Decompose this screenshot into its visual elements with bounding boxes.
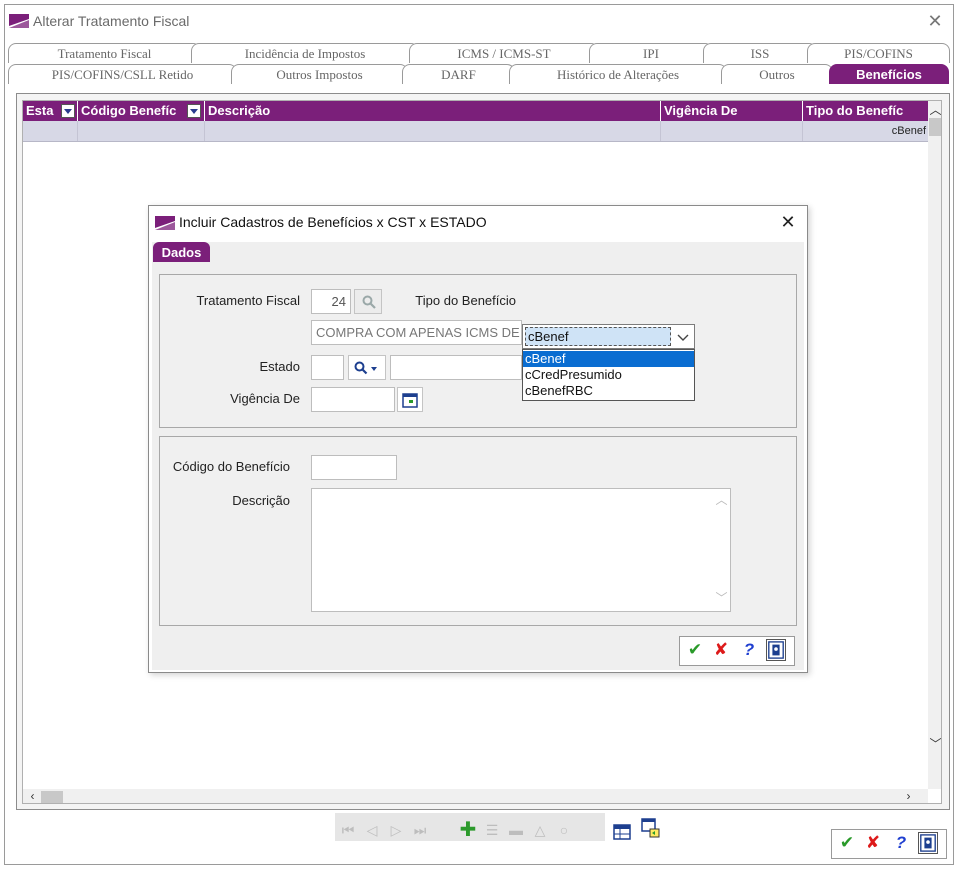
dialog-actions: ✔ ✘ ?	[679, 636, 795, 666]
last-icon[interactable]: ⏭	[409, 819, 431, 841]
dialog-title: Incluir Cadastros de Benefícios x CST x …	[179, 214, 487, 230]
tab-icms[interactable]: ICMS / ICMS-ST	[409, 43, 599, 63]
chevron-right-icon[interactable]: ›	[901, 789, 916, 803]
search-button[interactable]	[354, 289, 382, 314]
chevron-left-icon[interactable]: ‹	[25, 789, 40, 803]
table-row[interactable]: cBenef	[23, 121, 928, 142]
grid-header: Esta Código Benefíc Descrição Vigência D…	[23, 101, 941, 121]
close-icon[interactable]: ✕	[777, 211, 799, 233]
chevron-down-icon[interactable]	[61, 104, 75, 118]
filter-icon[interactable]: ○	[553, 819, 575, 841]
tratamento-fiscal-field[interactable]: 24	[311, 289, 351, 314]
dialog-body: Dados Tratamento Fiscal 24 Tipo do Benef…	[152, 242, 804, 670]
cancel-icon[interactable]: ✘	[710, 639, 732, 661]
column-header-tipo-beneficio[interactable]: Tipo do Benefíc	[803, 101, 928, 121]
tab-outros[interactable]: Outros	[721, 64, 833, 84]
scroll-thumb[interactable]	[929, 118, 941, 136]
cell-codigo	[78, 121, 205, 141]
codigo-beneficio-label: Código do Benefício	[172, 459, 290, 474]
add-icon[interactable]: ✚	[457, 819, 479, 841]
tab-outros-impostos[interactable]: Outros Impostos	[231, 64, 408, 84]
estado-search-button[interactable]	[348, 355, 386, 380]
calendar-icon	[402, 393, 418, 408]
chevron-down-icon[interactable]: ﹀	[928, 737, 941, 752]
tab-ipi[interactable]: IPI	[589, 43, 713, 63]
cell-descricao	[205, 121, 661, 141]
calendar-button[interactable]	[397, 387, 423, 412]
column-label: Código Benefíc	[81, 103, 177, 118]
prev-icon[interactable]: ◁	[361, 819, 383, 841]
ok-icon[interactable]: ✔	[836, 832, 858, 854]
app-logo-icon	[9, 14, 29, 28]
first-icon[interactable]: ⏮	[337, 819, 359, 841]
vigencia-label: Vigência De	[230, 391, 300, 406]
help-icon[interactable]: ?	[890, 832, 912, 854]
chevron-up-icon[interactable]: ︿	[714, 493, 729, 508]
window-title: Alterar Tratamento Fiscal	[33, 13, 190, 29]
delete-icon[interactable]: ▬	[505, 819, 527, 841]
tab-tratamento-fiscal[interactable]: Tratamento Fiscal	[8, 43, 201, 63]
help-icon[interactable]: ?	[738, 639, 760, 661]
option-cbenefrbc[interactable]: cBenefRBC	[523, 383, 694, 399]
column-header-vigencia[interactable]: Vigência De	[661, 101, 803, 121]
cell-estado	[23, 121, 78, 141]
column-label: Esta	[26, 103, 54, 118]
tratamento-fiscal-label: Tratamento Fiscal	[196, 293, 300, 308]
vertical-scrollbar[interactable]: ︿ ﹀	[928, 101, 941, 789]
export-icon[interactable]	[639, 817, 661, 839]
chevron-down-icon[interactable]: ﹀	[714, 591, 729, 606]
grid-icon[interactable]	[611, 821, 633, 843]
tab-iss[interactable]: ISS	[703, 43, 817, 63]
close-icon[interactable]: ✕	[925, 11, 945, 31]
column-header-estado[interactable]: Esta	[23, 101, 78, 121]
tipo-beneficio-select[interactable]: cBenef	[522, 324, 695, 349]
group-beneficio: Código do Benefício Descrição ︿ ﹀	[159, 436, 797, 626]
incluir-beneficio-dialog: Incluir Cadastros de Benefícios x CST x …	[148, 205, 808, 673]
tab-dados[interactable]: Dados	[153, 242, 210, 262]
chevron-down-icon[interactable]	[187, 104, 201, 118]
codigo-beneficio-field[interactable]	[311, 455, 397, 480]
horizontal-scrollbar[interactable]: ‹ ›	[23, 789, 928, 803]
option-ccredpresumido[interactable]: cCredPresumido	[523, 367, 694, 383]
cancel-icon[interactable]: ✘	[862, 832, 884, 854]
main-actions: ✔ ✘ ?	[831, 829, 947, 859]
estado-field[interactable]	[311, 355, 344, 380]
tab-incidencia-impostos[interactable]: Incidência de Impostos	[191, 43, 419, 63]
group-dados-gerais: Tratamento Fiscal 24 Tipo do Benefício C…	[159, 274, 797, 428]
tab-darf[interactable]: DARF	[402, 64, 515, 84]
search-icon	[354, 361, 377, 375]
app-logo-icon	[155, 216, 175, 230]
chevron-down-icon[interactable]	[675, 329, 691, 345]
tipo-beneficio-label: Tipo do Benefício	[415, 293, 516, 308]
tab-beneficios[interactable]: Benefícios	[829, 64, 949, 84]
column-header-descricao[interactable]: Descrição	[205, 101, 661, 121]
title-bar: Alterar Tratamento Fiscal ✕	[5, 5, 953, 37]
edit-icon[interactable]: ☰	[481, 819, 503, 841]
column-header-codigo-beneficio[interactable]: Código Benefíc	[78, 101, 205, 121]
next-icon[interactable]: ▷	[385, 819, 407, 841]
tab-pis-cofins-csll-retido[interactable]: PIS/COFINS/CSLL Retido	[8, 64, 237, 84]
save-icon[interactable]: △	[529, 819, 551, 841]
estado-description	[390, 355, 522, 380]
descricao-label: Descrição	[232, 493, 290, 508]
tab-pis-cofins[interactable]: PIS/COFINS	[807, 43, 950, 63]
exit-icon[interactable]	[766, 639, 786, 661]
tratamento-fiscal-description: COMPRA COM APENAS ICMS DE ST	[311, 320, 522, 345]
tipo-beneficio-value[interactable]: cBenef	[525, 327, 671, 346]
option-cbenef[interactable]: cBenef	[523, 351, 694, 367]
chevron-up-icon[interactable]: ︿	[928, 103, 941, 118]
scroll-thumb[interactable]	[41, 791, 63, 803]
cell-tipo: cBenef	[891, 125, 926, 137]
textarea-scrollbar[interactable]: ︿ ﹀	[714, 491, 729, 609]
search-icon	[362, 295, 376, 309]
descricao-textarea[interactable]: ︿ ﹀	[311, 488, 731, 612]
vigencia-field[interactable]	[311, 387, 395, 412]
estado-label: Estado	[259, 359, 300, 374]
tab-historico-alteracoes[interactable]: Histórico de Alterações	[509, 64, 727, 84]
cell-vigencia	[661, 121, 803, 141]
ok-icon[interactable]: ✔	[684, 639, 706, 661]
exit-icon[interactable]	[918, 832, 938, 854]
tipo-beneficio-options: cBenef cCredPresumido cBenefRBC	[522, 349, 695, 401]
